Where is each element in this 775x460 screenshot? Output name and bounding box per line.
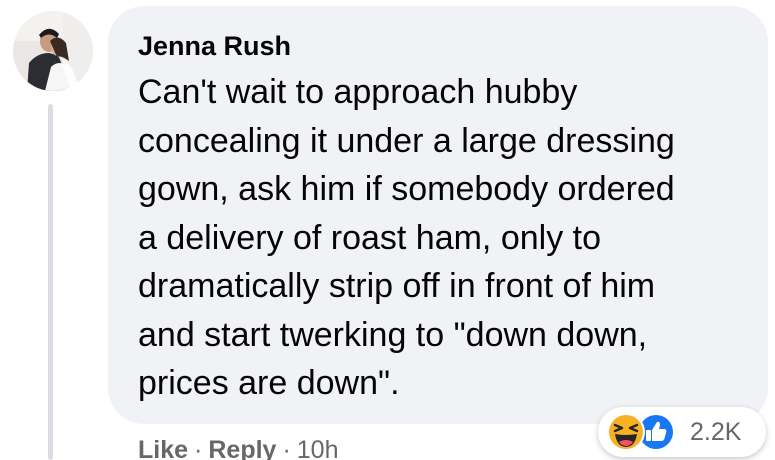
reaction-count: 2.2K: [690, 418, 742, 446]
haha-reaction-icon: [606, 412, 646, 452]
profile-photo-icon: [13, 11, 93, 91]
reply-link[interactable]: Reply: [208, 436, 276, 460]
thread-line: [48, 104, 53, 460]
comment-container: Jenna Rush Can't wait to approach hubby …: [0, 0, 775, 460]
avatar[interactable]: [13, 11, 93, 91]
separator-dot: ·: [194, 436, 203, 460]
separator-dot: ·: [282, 436, 291, 460]
comment-actions: Like · Reply · 10h: [138, 430, 339, 460]
comment-timestamp[interactable]: 10h: [297, 436, 339, 460]
comment-author[interactable]: Jenna Rush: [138, 29, 291, 63]
like-link[interactable]: Like: [138, 436, 188, 460]
reactions-summary[interactable]: 2.2K: [598, 407, 766, 457]
comment-text: Can't wait to approach hubby concealing …: [138, 73, 675, 402]
